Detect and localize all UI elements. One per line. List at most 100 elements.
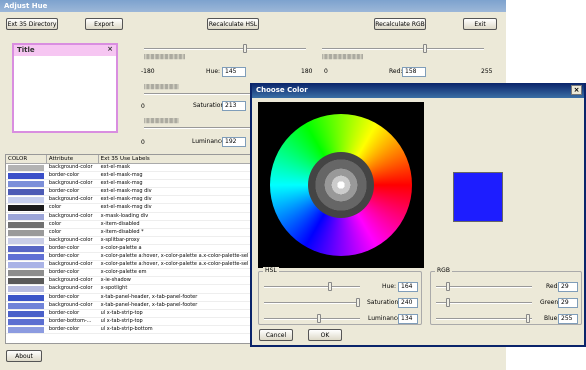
color-swatch: [8, 245, 44, 252]
luminance-slider-track[interactable]: [144, 127, 250, 129]
dlg-saturation-slider[interactable]: [264, 302, 360, 304]
preview-window-header: Title ×: [14, 45, 116, 56]
dlg-blue-slider[interactable]: [436, 318, 532, 320]
dlg-red-thumb[interactable]: [446, 282, 450, 291]
color-cell: [6, 318, 47, 325]
recalculate-rgb-button[interactable]: Recalculate RGB: [374, 18, 426, 30]
selected-color-swatch: [453, 172, 503, 222]
color-wheel-panel[interactable]: [258, 102, 424, 268]
choose-color-title: Choose Color: [256, 86, 308, 94]
color-cell: [6, 221, 47, 228]
attribute-cell: background-color: [48, 277, 93, 284]
color-cell: [6, 213, 47, 220]
red-slider-ticks: | | | | | | | | | | | | | | | | | | | | …: [322, 54, 363, 60]
red-slider-thumb[interactable]: [423, 44, 427, 53]
dlg-luminance-slider[interactable]: [264, 318, 360, 320]
color-cell: [6, 302, 47, 309]
attribute-cell: border-color: [48, 188, 80, 195]
dlg-green-input[interactable]: 29: [558, 298, 578, 308]
color-swatch: [8, 197, 44, 204]
attribute-cell: color: [48, 220, 62, 227]
ok-button[interactable]: OK: [308, 329, 342, 341]
preview-window: Title ×: [12, 43, 118, 133]
attribute-cell: border-bottom-...: [48, 317, 92, 324]
hue-slider-ticks: | | | | | | | | | | | | | | | | | | | | …: [144, 54, 185, 60]
recalculate-hsl-button[interactable]: Recalculate HSL: [207, 18, 259, 30]
color-wheel[interactable]: [270, 114, 412, 256]
attribute-cell: border-color: [48, 309, 80, 316]
attribute-cell: border-color: [48, 253, 80, 260]
color-swatch: [8, 278, 44, 285]
dlg-hue-slider[interactable]: [264, 286, 360, 288]
export-button[interactable]: Export: [85, 18, 123, 30]
saturation-slider-track[interactable]: [144, 93, 250, 95]
red-min-label: 0: [324, 68, 328, 75]
wheel-inner-ring: [308, 152, 374, 218]
color-cell: [6, 172, 47, 180]
dlg-red-slider[interactable]: [436, 286, 532, 288]
red-slider-track[interactable]: [322, 48, 484, 50]
dlg-luminance-input[interactable]: 134: [398, 314, 418, 324]
attribute-cell: background-color: [48, 236, 93, 243]
color-cell: [6, 180, 47, 188]
choose-color-dialog: Choose Color × HSL Hue: 164 Saturation: …: [250, 83, 586, 347]
color-cell: [6, 277, 47, 285]
color-swatch: [8, 189, 44, 196]
luminance-min-label: 0: [141, 139, 145, 146]
saturation-input[interactable]: 213: [222, 101, 246, 111]
close-icon[interactable]: ×: [107, 45, 113, 53]
column-header-attribute[interactable]: Attribute: [47, 155, 99, 163]
attribute-cell: color: [48, 228, 62, 235]
cancel-button[interactable]: Cancel: [259, 329, 293, 341]
dlg-red-input[interactable]: 29: [558, 282, 578, 292]
color-cell: [6, 188, 47, 196]
attribute-cell: border-color: [48, 293, 80, 300]
dlg-blue-input[interactable]: 255: [558, 314, 578, 324]
about-button[interactable]: About: [6, 350, 42, 362]
dlg-hue-input[interactable]: 164: [398, 282, 418, 292]
column-header-color[interactable]: COLOR: [6, 155, 47, 163]
color-cell: [6, 261, 47, 269]
color-cell: [6, 253, 47, 261]
color-swatch: [8, 229, 44, 236]
color-swatch: [8, 286, 44, 293]
window-title: Adjust Hue: [0, 0, 506, 12]
color-cell: [6, 269, 47, 277]
color-swatch: [8, 294, 44, 301]
dlg-saturation-thumb[interactable]: [356, 298, 360, 307]
dlg-luminance-thumb[interactable]: [317, 314, 321, 323]
red-input[interactable]: 158: [402, 67, 426, 77]
hsl-legend: HSL: [263, 267, 279, 274]
color-swatch: [8, 270, 44, 277]
dlg-blue-thumb[interactable]: [526, 314, 530, 323]
color-cell: [6, 285, 47, 293]
hue-slider-thumb[interactable]: [243, 44, 247, 53]
ext35-directory-button[interactable]: Ext 35 Directory: [6, 18, 58, 30]
dlg-saturation-input[interactable]: 240: [398, 298, 418, 308]
rgb-legend: RGB: [435, 267, 452, 274]
dlg-hue-label: Hue:: [382, 283, 397, 290]
dlg-hue-thumb[interactable]: [328, 282, 332, 291]
color-swatch: [8, 262, 44, 269]
dlg-green-slider[interactable]: [436, 302, 532, 304]
attribute-cell: background-color: [48, 180, 93, 187]
red-max-label: 255: [481, 68, 493, 75]
exit-button[interactable]: Exit: [463, 18, 497, 30]
hue-input[interactable]: 145: [222, 67, 246, 77]
attribute-cell: background-color: [48, 212, 93, 219]
color-swatch: [8, 326, 44, 333]
attribute-cell: border-color: [48, 244, 80, 251]
hue-label: Hue:: [206, 68, 221, 75]
luminance-slider-ticks: | | | | | | | | | | | | | | | | | | | | …: [144, 118, 179, 124]
red-label: Red:: [389, 68, 403, 75]
saturation-min-label: 0: [141, 103, 145, 110]
luminance-input[interactable]: 192: [222, 137, 246, 147]
attribute-cell: background-color: [48, 301, 93, 308]
color-swatch: [8, 221, 44, 228]
dlg-green-thumb[interactable]: [446, 298, 450, 307]
color-cell: [6, 310, 47, 317]
color-swatch: [8, 213, 44, 220]
attribute-cell: border-color: [48, 325, 80, 332]
close-icon[interactable]: ×: [571, 85, 582, 95]
hue-slider-track[interactable]: [144, 48, 306, 50]
